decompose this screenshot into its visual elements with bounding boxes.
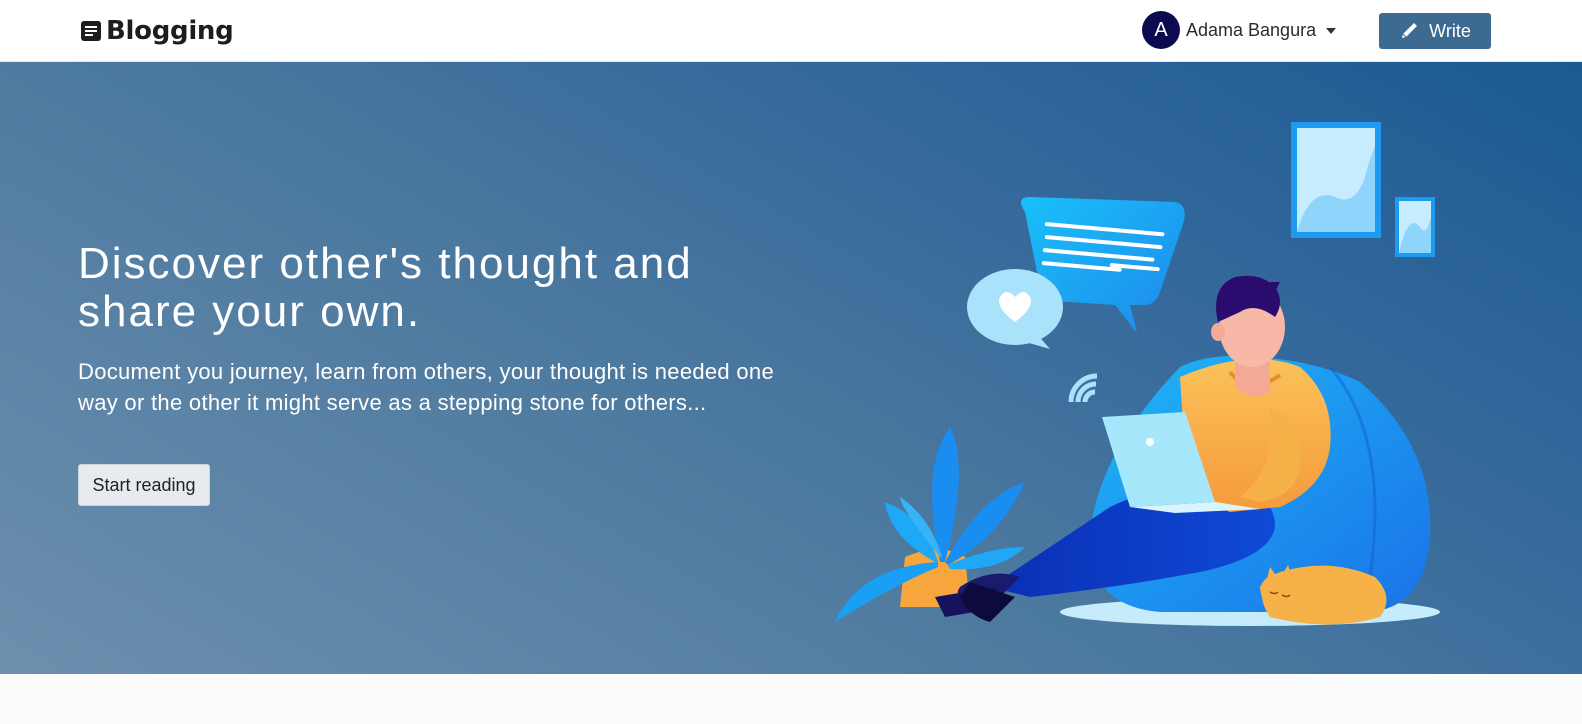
chevron-down-icon [1326,28,1337,34]
brand-name: Blogging [106,16,234,46]
navbar: Blogging A Adama Bangura Write [0,0,1582,62]
document-icon [81,21,101,41]
hero-section: Discover other's thought and share your … [0,62,1582,674]
start-reading-button[interactable]: Start reading [78,464,210,506]
user-name: Adama Bangura [1186,19,1317,40]
pen-icon [1402,23,1418,38]
write-label: Write [1429,20,1471,41]
user-menu[interactable]: A Adama Bangura [1142,11,1337,49]
brand-link[interactable]: Blogging [80,16,234,46]
hero-title: Discover other's thought and share your … [78,239,693,336]
avatar: A [1142,11,1180,49]
content-area [0,674,1582,724]
hero-description: Document you journey, learn from others,… [78,359,774,415]
person-with-laptop-illustration [835,122,1440,626]
write-button[interactable]: Write [1379,13,1491,49]
